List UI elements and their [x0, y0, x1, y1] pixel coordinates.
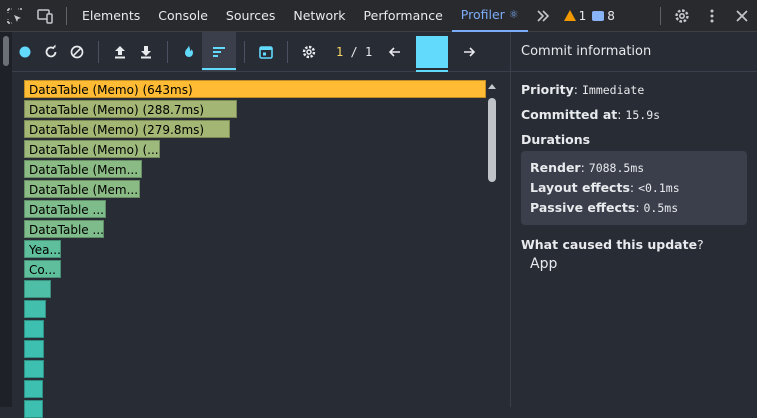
- tab-console[interactable]: Console: [149, 0, 217, 32]
- flamegraph-chart-button[interactable]: [176, 32, 202, 72]
- ranked-chart-bar[interactable]: [24, 380, 43, 398]
- tab-sources[interactable]: Sources: [217, 0, 284, 32]
- commit-info-title: Commit information: [511, 32, 757, 72]
- message-icon: [592, 10, 605, 21]
- previous-commit-button[interactable]: [382, 32, 408, 72]
- clear-icon: [70, 45, 84, 58]
- ranked-chart-bar[interactable]: DataTable (Mem...: [24, 160, 142, 178]
- passive-effects-row: Passive effects: 0.5ms: [530, 200, 679, 215]
- ranked-chart-bar[interactable]: [24, 400, 43, 418]
- durations-heading: Durations: [521, 132, 591, 147]
- commit-counter: 1 / 1: [336, 44, 373, 59]
- ranked-chart-bar[interactable]: [24, 280, 51, 298]
- update-cause-heading: What caused this update?: [521, 237, 704, 252]
- tab-performance[interactable]: Performance: [355, 0, 452, 32]
- commit-info-sidebar: Commit information Priority: Immediate C…: [510, 32, 757, 407]
- react-icon: ⚛: [508, 8, 519, 21]
- ranked-chart-bar[interactable]: Co...: [24, 260, 61, 278]
- commit-bar[interactable]: [416, 35, 449, 72]
- update-cause-item[interactable]: App: [530, 256, 747, 272]
- chart-scrollbar-thumb[interactable]: [488, 98, 496, 182]
- save-profile-button[interactable]: [133, 32, 159, 72]
- ranked-chart-bar[interactable]: [24, 320, 44, 338]
- update-cause-list: App: [521, 256, 747, 272]
- priority-row: Priority: Immediate: [521, 82, 645, 97]
- ranked-chart-bar[interactable]: [24, 340, 44, 358]
- clear-profile-button[interactable]: [64, 32, 90, 72]
- toolbar-divider: [660, 6, 661, 25]
- render-duration-row: Render: 7088.5ms: [530, 160, 645, 175]
- warning-icon: [563, 10, 576, 21]
- record-button[interactable]: [12, 32, 38, 72]
- close-icon[interactable]: [727, 0, 757, 32]
- toolbar-divider: [287, 40, 288, 63]
- tab-elements[interactable]: Elements: [73, 0, 149, 32]
- profiler-main-pane: 1 / 1 DataTable (Memo) (643ms) DataTable …: [0, 31, 510, 418]
- profiler-settings-button[interactable]: [296, 32, 322, 72]
- ranked-chart-bar[interactable]: DataTable ...: [24, 200, 106, 218]
- upload-icon: [115, 45, 125, 58]
- reload-and-profile-button[interactable]: [38, 32, 64, 72]
- durations-box: Render: 7088.5ms Layout effects: <0.1ms …: [521, 151, 747, 225]
- ranked-chart: DataTable (Memo) (643ms) DataTable (Memo)…: [12, 80, 498, 418]
- ranked-chart-bar[interactable]: Yea...: [24, 240, 61, 258]
- download-icon: [141, 45, 151, 58]
- outer-scrollbar[interactable]: [0, 32, 12, 407]
- flame-icon: [185, 44, 193, 57]
- ranked-chart-bar[interactable]: DataTable (Mem...: [24, 180, 140, 198]
- settings-gear-icon[interactable]: [667, 0, 697, 32]
- more-tabs-chevron-icon[interactable]: [528, 0, 558, 32]
- ranked-chart-bar[interactable]: DataTable (Memo) (...: [24, 140, 160, 158]
- toolbar-divider: [244, 40, 245, 63]
- record-icon: [19, 46, 31, 57]
- ranked-chart-icon: [213, 46, 225, 57]
- ranked-chart-bar[interactable]: DataTable ...: [24, 220, 104, 238]
- gear-icon: [302, 45, 316, 58]
- ranked-chart-bar[interactable]: [24, 300, 46, 318]
- inspect-element-icon[interactable]: [0, 0, 30, 32]
- calendar-icon: [259, 45, 273, 59]
- warnings-badge[interactable]: 1: [563, 9, 586, 23]
- committed-at-row: Committed at: 15.9s: [521, 107, 661, 122]
- next-commit-button[interactable]: [456, 32, 482, 72]
- arrow-right-icon: [464, 46, 476, 57]
- arrow-left-icon: [389, 46, 401, 57]
- reload-icon: [45, 44, 57, 57]
- toolbar-divider: [98, 40, 99, 63]
- tab-network[interactable]: Network: [284, 0, 354, 32]
- layout-effects-row: Layout effects: <0.1ms: [530, 180, 680, 195]
- ranked-chart-bar[interactable]: DataTable (Memo) (643ms): [24, 80, 486, 98]
- devtools-tab-bar: Elements Console Sources Network Perform…: [0, 0, 757, 32]
- messages-badge[interactable]: 8: [592, 9, 615, 23]
- more-options-icon[interactable]: [697, 0, 727, 32]
- scroll-up-arrow-icon[interactable]: [488, 84, 496, 89]
- chart-scrollbar[interactable]: [486, 80, 498, 407]
- ranked-chart-bar[interactable]: [24, 360, 44, 378]
- ranked-chart-bar[interactable]: DataTable (Memo) (279.8ms): [24, 120, 230, 138]
- device-toolbar-icon[interactable]: [30, 0, 60, 32]
- load-profile-button[interactable]: [107, 32, 133, 72]
- toolbar-divider: [66, 6, 67, 25]
- outer-scrollbar-thumb[interactable]: [3, 36, 9, 66]
- tab-profiler[interactable]: Profiler ⚛: [451, 0, 528, 32]
- profiler-toolbar: 1 / 1: [12, 31, 510, 72]
- timeline-button[interactable]: [253, 32, 279, 72]
- ranked-chart-button[interactable]: [202, 31, 236, 72]
- ranked-chart-bar[interactable]: DataTable (Memo) (288.7ms): [24, 100, 237, 118]
- toolbar-divider: [167, 40, 168, 63]
